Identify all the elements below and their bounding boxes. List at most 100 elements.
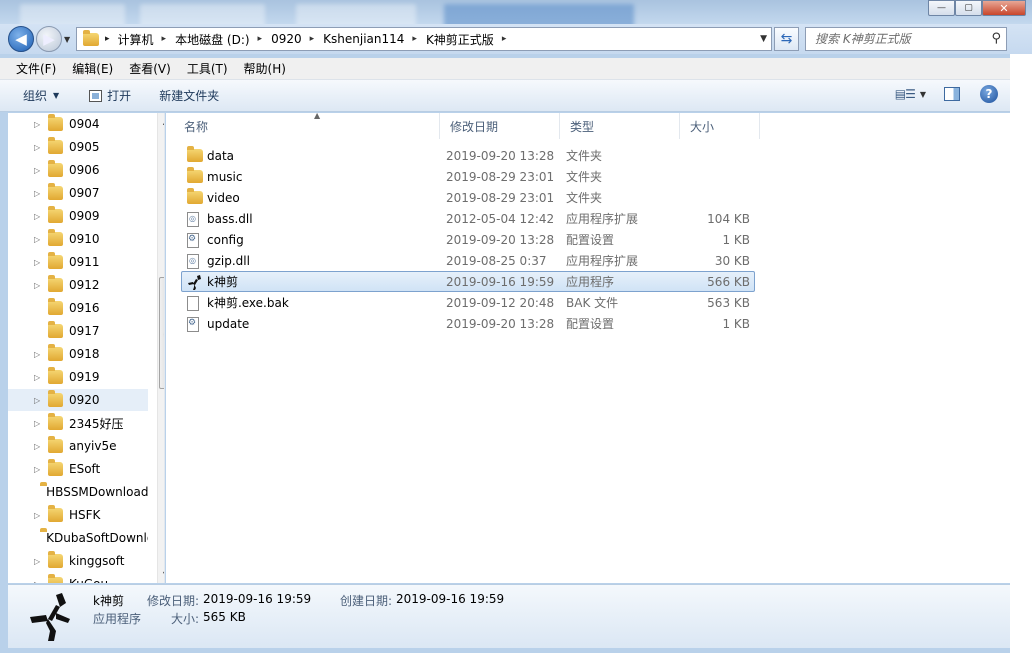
refresh-button[interactable]: ⇆ — [774, 27, 799, 51]
chevron-right-icon[interactable]: ▸ — [502, 34, 507, 44]
file-row[interactable]: video 2019-08-29 23:01 文件夹 — [181, 187, 755, 208]
tree-item[interactable]: ▷ 0919 — [8, 366, 148, 388]
expand-arrow-icon[interactable]: ▷ — [34, 396, 48, 405]
tree-item[interactable]: ▷ 2345好压 — [8, 412, 148, 434]
tree-item[interactable]: ▷ 0906 — [8, 159, 148, 181]
file-row[interactable]: data 2019-09-20 13:28 文件夹 — [181, 145, 755, 166]
tree-item[interactable]: ▷ HSFK — [8, 504, 148, 526]
file-row[interactable]: update 2019-09-20 13:28 配置设置 1 KB — [181, 313, 755, 334]
chevron-right-icon[interactable]: ▸ — [258, 34, 263, 44]
expand-arrow-icon[interactable]: ▷ — [34, 281, 48, 290]
breadcrumb-item[interactable]: K神剪正式版 ▸ — [426, 31, 515, 48]
scroll-thumb[interactable]: ≡ — [159, 277, 164, 389]
menu-view[interactable]: 查看(V) — [121, 60, 179, 77]
address-history-dropdown[interactable]: ▼ — [760, 34, 767, 44]
organize-button[interactable]: 组织 ▼ — [15, 85, 67, 107]
preview-pane-icon[interactable] — [944, 87, 960, 101]
breadcrumb-item[interactable]: 计算机 ▸ — [118, 31, 176, 48]
expand-arrow-icon[interactable]: ▷ — [34, 465, 48, 474]
folder-icon — [83, 29, 99, 46]
scroll-down-icon[interactable]: ▼ — [158, 566, 164, 583]
expand-arrow-icon[interactable]: ▷ — [34, 189, 48, 198]
file-row[interactable]: k神剪.exe.bak 2019-09-12 20:48 BAK 文件 563 KB — [181, 292, 755, 313]
help-icon[interactable]: ? — [980, 85, 998, 103]
chevron-right-icon[interactable]: ▸ — [105, 34, 110, 44]
folder-icon — [187, 167, 203, 186]
expand-arrow-icon[interactable]: ▷ — [34, 143, 48, 152]
tree-item[interactable]: ▷ 0920 — [8, 389, 148, 411]
tree-item[interactable]: ▷ 0907 — [8, 182, 148, 204]
file-row[interactable]: k神剪 2019-09-16 19:59 应用程序 566 KB — [181, 271, 755, 292]
expand-arrow-icon[interactable]: ▷ — [34, 258, 48, 267]
expand-arrow-icon[interactable]: ▷ — [34, 580, 48, 584]
file-row[interactable]: bass.dll 2012-05-04 12:42 应用程序扩展 104 KB — [181, 208, 755, 229]
tree-item[interactable]: ▷ anyiv5e — [8, 435, 148, 457]
column-label: 大小 — [690, 119, 715, 134]
expand-arrow-icon[interactable]: ▷ — [34, 442, 48, 451]
column-header-date[interactable]: 修改日期 — [440, 113, 560, 139]
breadcrumb-item[interactable]: 本地磁盘 (D:) ▸ — [175, 31, 271, 48]
file-row[interactable]: gzip.dll 2019-08-25 0:37 应用程序扩展 30 KB — [181, 250, 755, 271]
tree-item[interactable]: ▷ 0910 — [8, 228, 148, 250]
scroll-up-icon[interactable]: ▲ — [158, 113, 164, 130]
expand-arrow-icon[interactable]: ▷ — [34, 235, 48, 244]
tree-item[interactable]: ▷ 0909 — [8, 205, 148, 227]
search-icon[interactable]: ⚲ — [991, 31, 1001, 46]
maximize-button[interactable]: ▢ — [955, 0, 982, 16]
folder-icon — [48, 367, 63, 384]
menu-help[interactable]: 帮助(H) — [236, 60, 294, 77]
file-row[interactable]: config 2019-09-20 13:28 配置设置 1 KB — [181, 229, 755, 250]
chevron-right-icon[interactable]: ▸ — [412, 34, 417, 44]
forward-button[interactable]: ▶ — [36, 26, 62, 52]
column-header-name[interactable]: ▲ 名称 — [174, 111, 440, 139]
folder-icon — [48, 505, 63, 522]
expand-arrow-icon[interactable]: ▷ — [34, 120, 48, 129]
folder-icon — [187, 188, 203, 207]
menu-edit[interactable]: 编辑(E) — [64, 60, 121, 77]
breadcrumb-item[interactable]: Kshenjian114 ▸ — [323, 32, 426, 46]
expand-arrow-icon[interactable]: ▷ — [34, 373, 48, 382]
open-button[interactable]: 打开 — [81, 85, 139, 107]
tree-item[interactable]: ▷ 0912 — [8, 274, 148, 296]
expand-arrow-icon[interactable]: ▷ — [34, 166, 48, 175]
address-bar[interactable]: ▸ 计算机 ▸ 本地磁盘 (D:) ▸ 0920 ▸ Kshenjian114 ▸ K神… — [76, 27, 772, 51]
tree-item[interactable]: ▷ KuGou — [8, 573, 148, 583]
breadcrumb-label: K神剪正式版 — [425, 32, 494, 47]
tree-item[interactable]: ▷ 0911 — [8, 251, 148, 273]
tree-item[interactable]: ▷HBSSMDownload — [8, 481, 148, 503]
file-date: 2012-05-04 12:42 — [446, 211, 555, 226]
chevron-right-icon[interactable]: ▸ — [162, 34, 167, 44]
view-options-icon[interactable]: ▤☰ — [895, 87, 916, 101]
expand-arrow-icon[interactable]: ▷ — [34, 350, 48, 359]
expand-arrow-icon[interactable]: ▷ — [34, 212, 48, 221]
breadcrumb-item[interactable]: 0920 ▸ — [271, 32, 323, 46]
tree-item[interactable]: ▷ 0918 — [8, 343, 148, 365]
tree-item[interactable]: ▷0917 — [8, 320, 148, 342]
tree-item-label: 0918 — [69, 347, 100, 361]
tree-item[interactable]: ▷ kinggsoft — [8, 550, 148, 572]
chevron-right-icon[interactable]: ▸ — [310, 34, 315, 44]
minimize-button[interactable]: — — [928, 0, 955, 16]
file-row[interactable]: music 2019-08-29 23:01 文件夹 — [181, 166, 755, 187]
tree-item[interactable]: ▷ 0905 — [8, 136, 148, 158]
expand-arrow-icon[interactable]: ▷ — [34, 419, 48, 428]
recent-pages-dropdown[interactable]: ▼ — [64, 35, 70, 44]
tree-item[interactable]: ▷KDubaSoftDownloads — [8, 527, 148, 549]
back-button[interactable]: ◀ — [8, 26, 34, 52]
tree-item[interactable]: ▷ 0904 — [8, 113, 148, 135]
tree-item[interactable]: ▷0916 — [8, 297, 148, 319]
tree-scrollbar[interactable]: ▲ ≡ ▼ — [157, 113, 164, 583]
chevron-down-icon[interactable]: ▼ — [920, 90, 926, 99]
search-input[interactable] — [815, 32, 983, 46]
expand-arrow-icon[interactable]: ▷ — [34, 511, 48, 520]
file-date: 2019-08-29 23:01 — [446, 190, 555, 205]
close-button[interactable]: ✕ — [982, 0, 1026, 16]
column-header-size[interactable]: 大小 — [680, 113, 760, 139]
tree-item[interactable]: ▷ ESoft — [8, 458, 148, 480]
menu-file[interactable]: 文件(F) — [8, 60, 64, 77]
menu-tools[interactable]: 工具(T) — [179, 60, 236, 77]
expand-arrow-icon[interactable]: ▷ — [34, 557, 48, 566]
column-header-type[interactable]: 类型 — [560, 113, 680, 139]
new-folder-button[interactable]: 新建文件夹 — [151, 85, 227, 107]
column-label: 类型 — [570, 119, 595, 134]
